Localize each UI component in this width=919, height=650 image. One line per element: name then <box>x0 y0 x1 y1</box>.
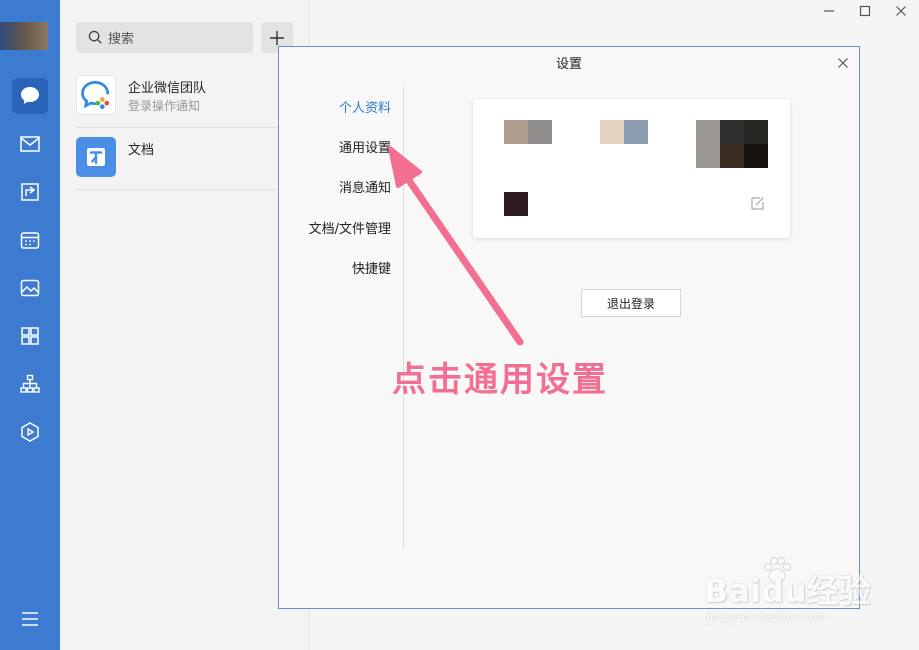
session-title: 文档 <box>128 143 155 158</box>
mail-icon[interactable] <box>12 126 48 162</box>
nav-item-profile[interactable]: 个人资料 <box>339 97 391 116</box>
menu-icon[interactable] <box>12 601 48 637</box>
apps-icon[interactable] <box>12 318 48 354</box>
plus-icon <box>270 30 284 45</box>
redacted-block <box>624 120 648 144</box>
watermark: Baidu经验 jingyan.baidu.com <box>704 557 874 630</box>
logout-button[interactable]: 退出登录 <box>581 289 681 317</box>
message-icon[interactable] <box>12 78 48 114</box>
settings-dialog: 设置 个人资料 通用设置 消息通知 文档/文件管理 快捷键 退出登录 <box>278 46 860 609</box>
session-item-wecom-team[interactable]: 企业微信团队 登录操作通知 <box>60 66 310 128</box>
docs-logo-icon <box>76 137 116 177</box>
session-title: 企业微信团队 <box>128 81 207 96</box>
nav-divider <box>403 87 404 549</box>
maximize-icon[interactable] <box>858 4 872 18</box>
session-list-pane: 搜索 企业微信团队 登录操作通知 文档 <box>60 0 310 650</box>
nav-item-notifications[interactable]: 消息通知 <box>339 177 391 196</box>
calendar-icon[interactable] <box>12 222 48 258</box>
search-icon <box>88 30 102 44</box>
nav-item-general-settings[interactable]: 通用设置 <box>339 137 391 156</box>
annotation-text: 点击通用设置 <box>392 360 608 400</box>
photo-icon[interactable] <box>12 270 48 306</box>
redacted-block <box>720 144 744 168</box>
profile-card <box>473 99 790 238</box>
watermark-url: jingyan.baidu.com <box>706 610 826 625</box>
redacted-block <box>504 120 528 144</box>
nav-item-file-management[interactable]: 文档/文件管理 <box>309 218 391 237</box>
redacted-block <box>744 120 768 144</box>
left-rail <box>0 0 60 650</box>
edit-icon[interactable] <box>750 195 766 211</box>
session-subtitle: 登录操作通知 <box>128 99 201 113</box>
search-placeholder: 搜索 <box>108 32 135 47</box>
dialog-title: 设置 <box>555 57 582 72</box>
redacted-block <box>528 120 552 144</box>
divider <box>76 189 278 190</box>
close-icon[interactable] <box>837 54 849 68</box>
close-window-icon[interactable] <box>894 4 908 18</box>
redacted-block <box>720 120 744 144</box>
redacted-block <box>744 144 768 168</box>
watermark-logo: Baidu经验 <box>704 572 871 610</box>
redacted-block <box>696 120 720 168</box>
cube-icon[interactable] <box>12 414 48 450</box>
minimize-icon[interactable] <box>822 4 836 18</box>
avatar[interactable] <box>0 22 48 50</box>
redacted-block <box>504 192 528 216</box>
nav-item-shortcuts[interactable]: 快捷键 <box>352 258 391 277</box>
search-input[interactable]: 搜索 <box>76 22 253 53</box>
workbench-icon[interactable] <box>12 174 48 210</box>
wecom-logo-icon <box>76 75 116 115</box>
redacted-block <box>600 120 624 144</box>
org-chart-icon[interactable] <box>12 366 48 402</box>
session-item-docs[interactable]: 文档 <box>60 128 310 190</box>
